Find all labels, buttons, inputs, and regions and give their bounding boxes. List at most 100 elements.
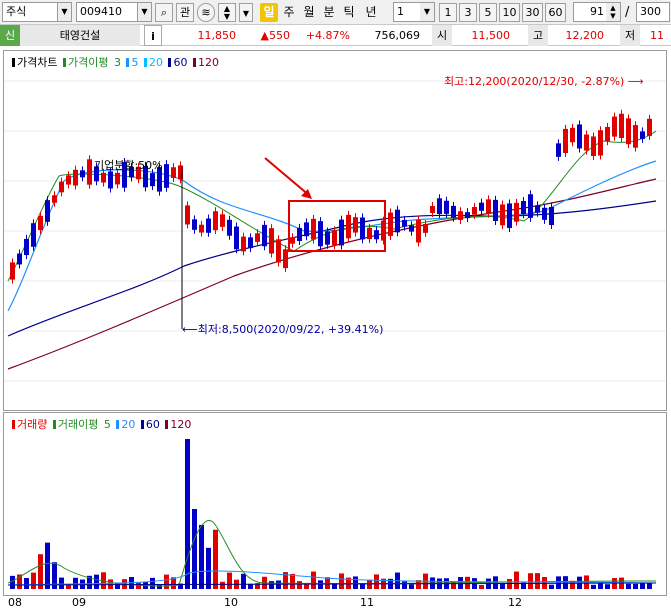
volume-bar xyxy=(192,509,197,589)
stock-name: 태영건설 xyxy=(20,25,140,46)
current-price: 11,850 xyxy=(197,29,237,42)
count-separator: / xyxy=(625,5,630,20)
interval-30-button[interactable]: 30 xyxy=(522,3,543,22)
toolbar: 주식 ▼ 009410 ▼ ⌕ 관 ≋ ▲ ▼ ▼ 일 주 월 분 틱 년 1 ▼… xyxy=(0,0,671,25)
volume-bar xyxy=(500,583,505,589)
candle-body xyxy=(31,223,36,247)
x-tick-11: 11 xyxy=(360,596,374,609)
interval-10-button[interactable]: 10 xyxy=(499,3,520,22)
candle-body xyxy=(283,249,288,269)
candles xyxy=(10,109,652,284)
info-button[interactable]: i xyxy=(144,25,162,46)
count-stepper[interactable]: 91 ▲ ▼ xyxy=(573,2,621,22)
candle-body xyxy=(45,200,50,222)
updown-spinner[interactable]: ▲ ▼ xyxy=(218,3,236,22)
period-week[interactable]: 주 xyxy=(280,3,298,22)
volume-bar xyxy=(409,584,414,589)
period-year[interactable]: 년 xyxy=(362,3,380,22)
period-tick[interactable]: 틱 xyxy=(340,3,358,22)
volume-bar xyxy=(199,524,204,589)
volume-bar xyxy=(227,572,232,589)
candle-body xyxy=(395,209,400,233)
more-button[interactable]: ▼ xyxy=(239,3,253,22)
volume-bar xyxy=(549,584,554,589)
candle-body xyxy=(360,217,365,240)
low-note-text: 최저:8,500(2020/09/22, +39.41%) xyxy=(197,323,384,336)
candle-body xyxy=(430,205,435,213)
candle-body xyxy=(479,202,484,211)
candle-body xyxy=(612,116,617,137)
period-month[interactable]: 월 xyxy=(300,3,318,22)
code-input[interactable]: 009410 ▼ xyxy=(76,2,152,22)
volume-bar xyxy=(94,574,99,589)
candle-body xyxy=(619,113,624,139)
candle-body xyxy=(647,118,652,136)
split-annotation: 기업분할:50% xyxy=(94,157,163,173)
candle-body xyxy=(115,172,120,185)
search-button[interactable]: ⌕ xyxy=(155,3,173,22)
search-icon: ⌕ xyxy=(160,6,168,19)
volume-bar xyxy=(66,584,71,589)
volume-bar xyxy=(353,576,358,589)
highlight-arrow xyxy=(264,157,311,197)
candle-body xyxy=(17,253,22,265)
chevron-down-icon[interactable]: ▼ xyxy=(420,3,434,21)
interval-3-button[interactable]: 3 xyxy=(459,3,477,22)
x-tick-10: 10 xyxy=(224,596,238,609)
candle-body xyxy=(423,223,428,233)
price-plot xyxy=(4,80,666,382)
volume-value: 756,069 xyxy=(374,29,421,42)
volume-bar xyxy=(605,584,610,589)
candle-body xyxy=(451,205,456,218)
volume-bar xyxy=(45,542,50,589)
candle-body xyxy=(535,205,540,213)
candle-body xyxy=(318,221,323,247)
volume-bar xyxy=(374,574,379,589)
candle-body xyxy=(255,233,260,242)
watchlist-button[interactable]: 관 xyxy=(176,3,194,22)
new-badge: 신 xyxy=(0,25,20,46)
interval-5-button[interactable]: 5 xyxy=(479,3,497,22)
candle-body xyxy=(297,227,302,242)
code-value: 009410 xyxy=(80,5,122,18)
market-select[interactable]: 주식 ▼ xyxy=(2,2,72,22)
change-percent: +4.87% xyxy=(305,29,350,42)
volume-bar xyxy=(185,439,190,589)
interval-60-button[interactable]: 60 xyxy=(545,3,566,22)
ma60-line xyxy=(7,200,657,337)
candle-body xyxy=(556,143,561,157)
volume-bar xyxy=(626,583,631,589)
interval-1-button[interactable]: 1 xyxy=(439,3,457,22)
candle-body xyxy=(563,128,568,154)
volume-chart-panel[interactable]: 거래량 거래이평 5 20 60 120 xyxy=(3,412,667,596)
candle-body xyxy=(339,219,344,246)
candle-body xyxy=(493,199,498,221)
high-note-text: 최고:12,200(2020/12/30, -2.87%) xyxy=(444,75,625,88)
candle-body xyxy=(10,262,15,280)
volume-bar xyxy=(507,578,512,589)
candle-body xyxy=(549,206,554,226)
candle-body xyxy=(465,212,470,219)
quote-bar: 신 태영건설 i 11,850 ▲550 +4.87% 756,069 시 11… xyxy=(0,25,671,46)
period-minute[interactable]: 분 xyxy=(320,3,338,22)
candle-body xyxy=(633,125,638,148)
volume-bar xyxy=(150,577,155,589)
candle-body xyxy=(626,118,631,145)
candle-body xyxy=(409,225,414,232)
volume-bar xyxy=(276,580,281,589)
chevron-down-icon[interactable]: ▼ xyxy=(137,3,151,21)
link-button[interactable]: ≋ xyxy=(197,3,215,22)
price-chart-panel[interactable]: 가격차트 가격이평 3 5 20 60 120 최고:12,200(2020/1… xyxy=(3,50,667,411)
volume-bar xyxy=(206,547,211,589)
candle-body xyxy=(241,236,246,252)
candle-body xyxy=(444,200,449,214)
candle-body xyxy=(346,214,351,239)
candle-body xyxy=(192,219,197,230)
stepper-icon[interactable]: ▲ ▼ xyxy=(606,3,620,21)
period-day[interactable]: 일 xyxy=(260,3,278,22)
chevron-down-icon[interactable]: ▼ xyxy=(57,3,71,21)
volume-bar xyxy=(241,573,246,589)
total-input[interactable]: 300 xyxy=(636,2,670,22)
interval-select[interactable]: 1 ▼ xyxy=(393,2,435,22)
interval-value: 1 xyxy=(397,5,404,18)
